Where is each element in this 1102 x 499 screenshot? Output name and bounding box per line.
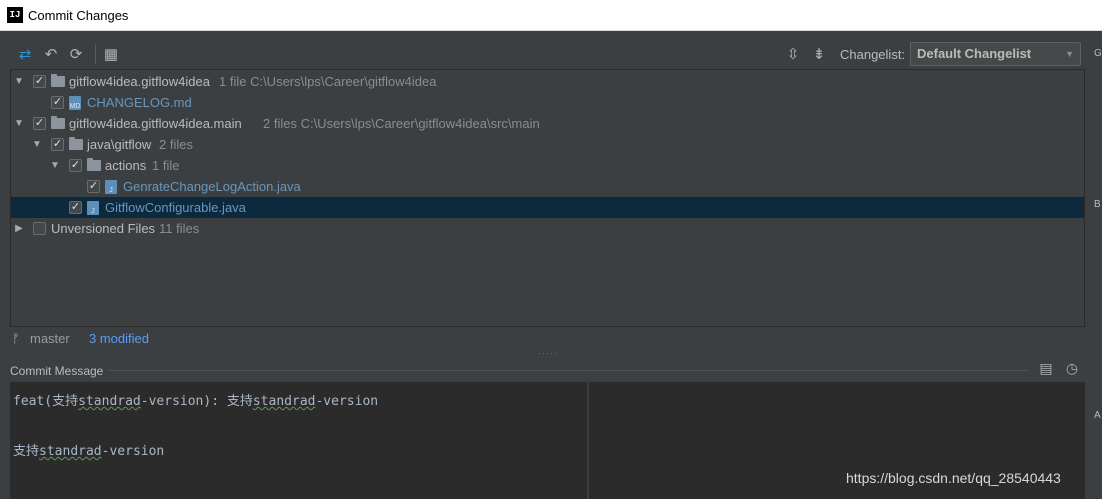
commit-history-icon[interactable]: ▤ [1037,360,1055,378]
checkbox[interactable]: ✓ [33,117,46,130]
modified-link[interactable]: 3 modified [89,331,149,346]
tree-item-name: CHANGELOG.md [87,95,192,110]
text-segment: feat(支持 [13,394,79,409]
commit-message-label: Commit Message [10,364,104,378]
tree-row-file[interactable]: ✓ J GenrateChangeLogAction.java [11,176,1084,197]
changes-tree: ▼ ✓ gitflow4idea.gitflow4idea 1 file C:\… [10,69,1085,327]
divider [108,370,1029,371]
module-folder-icon [51,116,65,129]
tree-item-meta: 1 file [152,158,180,173]
branch-name: master [30,331,70,346]
java-file-icon: J [105,179,117,194]
text-segment: -version [101,444,165,459]
tree-item-name: GenrateChangeLogAction.java [123,179,301,194]
undo-icon[interactable]: ↶ [42,45,60,63]
tree-item-name: Unversioned Files [51,221,156,236]
splitter-handle[interactable]: ····· [538,348,558,358]
tree-row-module[interactable]: ▼ ✓ gitflow4idea.gitflow4idea.main 2 fil… [11,113,1084,134]
collapse-all-icon[interactable]: ⇟ [810,45,828,63]
spelling-marked-word: standrad [78,394,141,409]
edge-letter: G [1094,48,1102,59]
clock-icon[interactable]: ◷ [1063,360,1081,378]
intellij-logo-icon: IJ [7,7,23,23]
toolbar: ⇄ ↶ ⟳ ▦ ⇳ ⇟ Changelist: Default Changeli… [0,31,1102,69]
tree-item-name: java\gitflow [87,137,152,152]
checkbox[interactable]: ✓ [87,180,100,193]
commit-message-editor[interactable]: feat(支持standrad-version): 支持standrad-ver… [10,382,587,499]
text-segment: -version): 支持 [140,394,253,409]
tree-item-name: gitflow4idea.gitflow4idea [69,74,210,89]
checkbox[interactable]: ✓ [51,96,64,109]
edge-letter: B [1094,199,1101,210]
watermark: https://blog.csdn.net/qq_28540443 [846,470,1061,486]
module-folder-icon [51,74,65,87]
tree-row-file-selected[interactable]: ✓ J GitflowConfigurable.java [11,197,1084,218]
spelling-marked-word: standrad [252,394,316,409]
tree-item-name: actions [105,158,147,173]
expand-arrow-icon[interactable]: ▼ [31,139,43,150]
folder-icon [87,158,101,171]
markdown-file-icon: MD [69,95,81,110]
spelling-marked-word: standrad [39,444,102,459]
edge-letter: A [1094,410,1101,421]
expand-arrow-icon[interactable]: ▼ [13,76,25,87]
changelist-value: Default Changelist [917,46,1032,61]
tree-item-name: gitflow4idea.gitflow4idea.main [69,116,242,131]
folder-icon [69,137,83,150]
branch-icon: ᚠ [12,331,20,346]
changelist-dropdown[interactable]: Default Changelist ▼ [910,42,1081,66]
checkbox[interactable] [33,222,46,235]
tree-row-folder[interactable]: ▼ ✓ actions 1 file [11,155,1084,176]
refresh-icon[interactable]: ⟳ [67,45,85,63]
tree-item-name: GitflowConfigurable.java [105,200,246,215]
tree-row-unversioned[interactable]: ▶ Unversioned Files 11 files [11,218,1084,239]
tree-item-meta: 2 files C:\Users\lps\Career\gitflow4idea… [263,116,540,131]
group-by-icon[interactable]: ▦ [102,45,120,63]
expand-arrow-icon[interactable]: ▼ [49,160,61,171]
text-segment: 支持 [13,444,40,459]
collapse-arrow-icon[interactable]: ▶ [13,223,25,234]
diff-arrows-icon[interactable]: ⇄ [16,45,34,63]
tree-row-module[interactable]: ▼ ✓ gitflow4idea.gitflow4idea 1 file C:\… [11,71,1084,92]
checkbox[interactable]: ✓ [69,201,82,214]
tree-row-folder[interactable]: ▼ ✓ java\gitflow 2 files [11,134,1084,155]
java-file-icon: J [87,200,99,215]
expand-arrow-icon[interactable]: ▼ [13,118,25,129]
right-edge-panel [1093,31,1102,499]
checkbox[interactable]: ✓ [33,75,46,88]
checkbox[interactable]: ✓ [69,159,82,172]
tree-row-file[interactable]: ✓ MD CHANGELOG.md [11,92,1084,113]
tree-item-meta: 2 files [159,137,193,152]
toolbar-separator [95,44,96,64]
tree-item-meta: 11 files [159,221,200,236]
message-line-1: feat(支持standrad-version): 支持standrad-ver… [13,390,378,409]
tree-item-meta: 1 file C:\Users\lps\Career\gitflow4idea [219,74,437,89]
changelist-label: Changelist: [840,47,906,62]
status-line: ᚠ master 3 modified [10,327,1085,349]
message-line-3: 支持standrad-version [13,440,164,459]
expand-all-icon[interactable]: ⇳ [784,45,802,63]
checkbox[interactable]: ✓ [51,138,64,151]
window-title: Commit Changes [28,7,129,23]
chevron-down-icon: ▼ [1065,49,1074,59]
text-segment: -version [315,394,379,409]
title-bar: IJ Commit Changes [0,0,1102,31]
